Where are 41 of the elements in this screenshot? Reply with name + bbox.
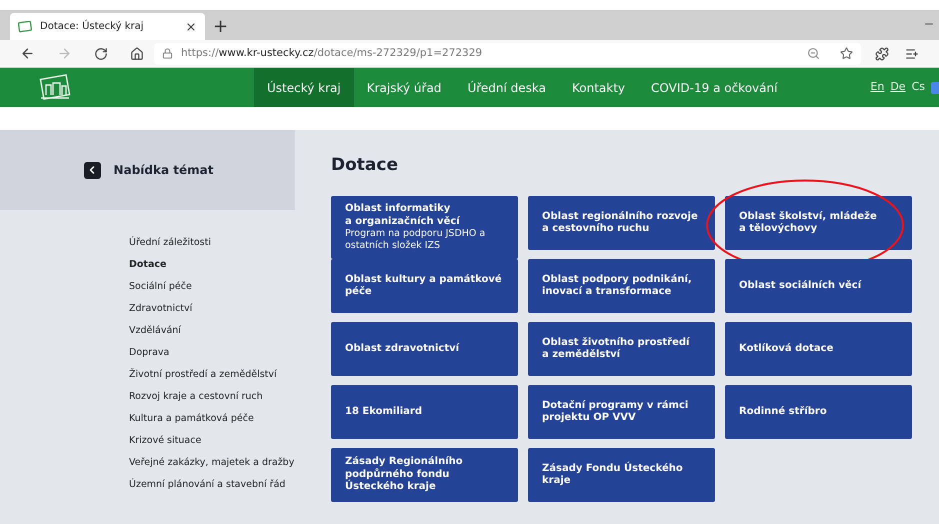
language-link[interactable]: En <box>870 79 884 96</box>
nav-link[interactable]: Kontakty <box>559 68 638 107</box>
category-tile[interactable]: Oblast podpory podnikání, inovací a transformace <box>528 259 715 313</box>
browser-tab[interactable]: Dotace: Ústecký kraj <box>10 13 205 40</box>
nav-link[interactable]: Ústecký kraj <box>254 68 354 107</box>
sidebar-item[interactable]: Veřejné zakázky, majetek a dražby <box>129 452 301 474</box>
sidebar-item[interactable]: Územní plánování a stavební řád <box>129 474 301 496</box>
nav-link[interactable]: Krajský úřad <box>354 68 454 107</box>
sidebar-item[interactable]: Sociální péče <box>129 276 301 298</box>
category-tile[interactable]: Zásady Fondu Ústeckého kraje <box>528 448 715 502</box>
sidebar-item[interactable]: Krizové situace <box>129 430 301 452</box>
sidebar-item[interactable]: Vzdělávání <box>129 320 301 342</box>
page-heading: Dotace <box>331 154 399 176</box>
category-tile[interactable]: Oblast regionálního rozvoje a cestovního ruchu <box>528 196 715 250</box>
category-tile[interactable]: Oblast životního prostředí a zemědělství <box>528 322 715 376</box>
category-tile[interactable]: Oblast sociálních věcí <box>725 259 912 313</box>
category-tile[interactable]: Oblast školství, mládeže a tělovýchovy <box>725 196 912 250</box>
address-bar[interactable]: https://www.kr-ustecky.cz/dotace/ms-272329/p1=272329 <box>154 42 861 64</box>
sidebar-item[interactable]: Kultura a památková péče <box>129 408 301 430</box>
sidebar-item[interactable]: Životní prostředí a zemědělství <box>129 364 301 386</box>
tab-title: Dotace: Ústecký kraj <box>40 19 145 34</box>
url-text: https://www.kr-ustecky.cz/dotace/ms-272329/p1=272329 <box>181 46 484 61</box>
language-link[interactable]: Cs <box>912 79 925 96</box>
category-tile[interactable]: Kotlíková dotace <box>725 322 912 376</box>
new-tab-button[interactable]: + <box>205 13 236 40</box>
category-tile[interactable]: 18 Ekomiliard <box>331 385 518 439</box>
sidebar-title: Nabídka témat <box>114 162 214 179</box>
nav-link[interactable]: COVID-19 a očkování <box>638 68 790 107</box>
category-tile[interactable]: Oblast informatiky a organizačních věcí Program na podporu JSDHO a ostatních složek IZS <box>331 196 518 259</box>
category-tile[interactable]: Rodinné stříbro <box>725 385 912 439</box>
category-tile[interactable]: Oblast zdravotnictví <box>331 322 518 376</box>
sidebar-item[interactable]: Rozvoj kraje a cestovní ruch <box>129 386 301 408</box>
sidebar-item[interactable]: Úřední záležitosti <box>129 232 301 254</box>
sidebar-item[interactable]: Dotace <box>129 254 301 276</box>
language-link[interactable]: De <box>890 79 906 96</box>
category-tile[interactable]: Oblast kultury a památkové péče <box>331 259 518 313</box>
category-tile[interactable]: Zásady Regionálního podpůrného fondu Ústeckého kraje <box>331 448 518 502</box>
category-tile[interactable]: Dotační programy v rámci projektu OP VVV <box>528 385 715 439</box>
sidebar-item[interactable]: Zdravotnictví <box>129 298 301 320</box>
sidebar-item[interactable]: Doprava <box>129 342 301 364</box>
nav-link[interactable]: Úřední deska <box>454 68 559 107</box>
